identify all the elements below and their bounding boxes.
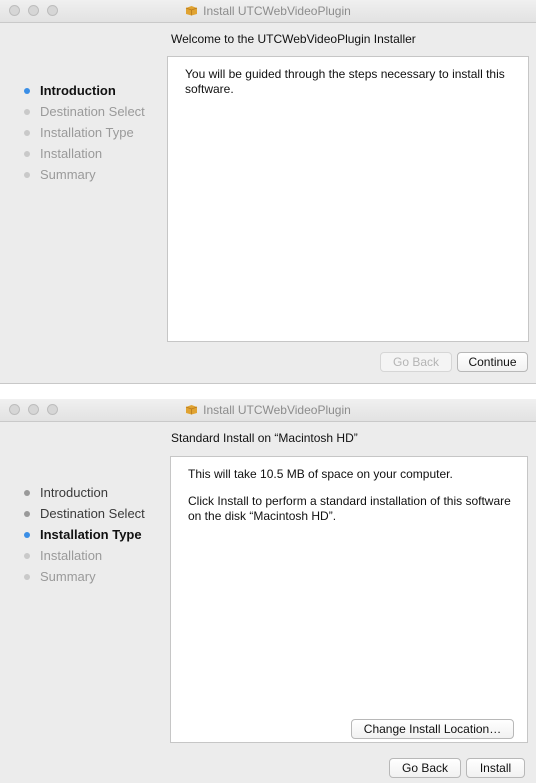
package-icon [186,405,198,415]
step-installation: Installation [20,545,145,566]
window-title-text: Install UTCWebVideoPlugin [203,4,351,18]
space-required-message: This will take 10.5 MB of space on your … [188,467,453,481]
package-icon [186,6,198,16]
step-indicator-dot [24,574,30,580]
go-back-button[interactable]: Go Back [380,352,452,372]
step-label: Installation [40,548,103,563]
steps-sidebar: Introduction Destination Select Installa… [20,482,145,587]
step-installation: Installation [20,143,145,164]
step-indicator-dot [24,109,30,115]
installer-window-introduction: Install UTCWebVideoPlugin Welcome to the… [0,0,536,384]
step-label: Installation Type [40,125,134,140]
window-title-text: Install UTCWebVideoPlugin [203,403,351,417]
step-indicator-dot [24,151,30,157]
step-summary: Summary [20,566,145,587]
content-text: You will be guided through the steps nec… [185,67,515,109]
content-panel: You will be guided through the steps nec… [167,56,529,342]
content-text: This will take 10.5 MB of space on your … [188,467,518,536]
install-button[interactable]: Install [466,758,525,778]
content-panel: This will take 10.5 MB of space on your … [170,456,528,743]
title-bar[interactable]: Install UTCWebVideoPlugin [0,399,536,422]
step-introduction: Introduction [20,80,145,101]
step-indicator-dot [24,172,30,178]
step-indicator-dot [24,490,30,496]
go-back-button[interactable]: Go Back [389,758,461,778]
step-destination-select: Destination Select [20,503,145,524]
step-summary: Summary [20,164,145,185]
step-label: Summary [40,569,96,584]
continue-button[interactable]: Continue [457,352,528,372]
title-bar[interactable]: Install UTCWebVideoPlugin [0,0,536,23]
step-label: Introduction [40,83,116,98]
step-indicator-dot [24,553,30,559]
step-indicator-dot [24,88,30,94]
step-introduction: Introduction [20,482,145,503]
step-label: Installation [40,146,103,161]
window-title: Install UTCWebVideoPlugin [0,4,536,18]
step-indicator-dot [24,511,30,517]
window-title: Install UTCWebVideoPlugin [0,403,536,417]
intro-message: You will be guided through the steps nec… [185,67,505,96]
step-label: Summary [40,167,96,182]
step-indicator-dot [24,130,30,136]
pane-heading: Standard Install on “Macintosh HD” [171,431,358,445]
install-instructions: Click Install to perform a standard inst… [188,494,511,523]
step-label: Introduction [40,485,108,500]
step-installation-type: Installation Type [20,524,145,545]
pane-heading: Welcome to the UTCWebVideoPlugin Install… [171,32,416,46]
steps-sidebar: Introduction Destination Select Installa… [20,80,145,185]
step-label: Installation Type [40,527,142,542]
step-label: Destination Select [40,104,145,119]
step-destination-select: Destination Select [20,101,145,122]
installer-window-installation-type: Install UTCWebVideoPlugin Standard Insta… [0,399,536,783]
step-installation-type: Installation Type [20,122,145,143]
step-indicator-dot [24,532,30,538]
change-install-location-button[interactable]: Change Install Location… [351,719,514,739]
step-label: Destination Select [40,506,145,521]
